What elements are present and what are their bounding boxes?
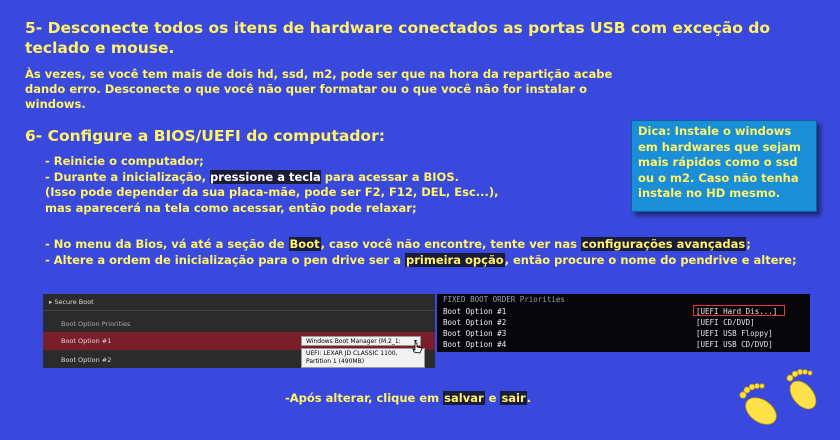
step6-list-b: - No menu da Bios, vá até a seção de Boo… bbox=[45, 237, 835, 268]
highlight-boot: Boot bbox=[288, 237, 321, 251]
bios-dropdown-value: Windows Boot Manager (M.2_1: bbox=[306, 338, 401, 345]
footprints-icon bbox=[739, 369, 817, 425]
divider bbox=[43, 310, 435, 311]
step6-title: 6- Configure a BIOS/UEFI do computador: bbox=[25, 127, 385, 145]
bios-screenshot-left: ▸ Secure Boot Boot Option Priorities Boo… bbox=[43, 294, 435, 368]
bios-right-option-label: Boot Option #3 bbox=[443, 329, 507, 338]
bios-screenshot-right: FIXED BOOT ORDER Priorities Boot Option … bbox=[437, 294, 810, 352]
text: e bbox=[484, 391, 501, 405]
tip-text: Dica: Instale o windows em hardwares que… bbox=[638, 124, 801, 200]
bios-fixed-order-header: FIXED BOOT ORDER Priorities bbox=[443, 295, 565, 304]
bios-right-option-value: [UEFI USB CD/DVD] bbox=[696, 340, 773, 349]
text: - No menu da Bios, vá até a seção de bbox=[45, 237, 289, 251]
text: - Durante a inicialização, bbox=[45, 169, 210, 184]
text: para acessar a BIOS. bbox=[320, 169, 459, 184]
highlight-save: salvar bbox=[443, 391, 485, 405]
step6-line-4: mas aparecerá na tela como acessar, entã… bbox=[45, 200, 417, 215]
bios-priorities-label: Boot Option Priorities bbox=[61, 320, 131, 328]
cursor-hand-icon bbox=[412, 342, 423, 354]
bios-boot-dropdown: Windows Boot Manager (M.2_1: ▾ bbox=[301, 336, 421, 346]
highlight-press-key: pressione a tecla bbox=[209, 169, 321, 184]
bios-dropdown-popup: UEFI: LEXAR JD CLASSIC 1100, Partition 1… bbox=[301, 348, 425, 368]
step6-list-a: - Reinicie o computador; - Durante a ini… bbox=[45, 154, 605, 216]
step6-line-5: - No menu da Bios, vá até a seção de Boo… bbox=[45, 237, 835, 253]
final-instruction: -Após alterar, clique em salvar e sair. bbox=[285, 391, 531, 405]
step5-title: 5- Desconecte todos os itens de hardware… bbox=[25, 19, 771, 57]
text: ; bbox=[746, 237, 751, 251]
text: , caso você não encontre, tente ver nas bbox=[320, 237, 581, 251]
bios-secure-boot-label: Secure Boot bbox=[54, 298, 94, 306]
bios-right-option-value: [UEFI USB Floppy] bbox=[696, 329, 773, 338]
highlight-exit: sair bbox=[500, 391, 527, 405]
step5-body: Às vezes, se você tem mais de dois hd, s… bbox=[25, 67, 613, 111]
highlight-first-option: primeira opção bbox=[404, 252, 505, 267]
text: , então procure o nome do pendrive e alt… bbox=[504, 252, 797, 267]
step6-line-3: (Isso pode depender da sua placa-mãe, po… bbox=[45, 185, 499, 199]
bios-option-label: Boot Option #2 bbox=[61, 356, 112, 364]
bios-right-option-label: Boot Option #1 bbox=[443, 307, 507, 316]
step6-line-1: - Reinicie o computador; bbox=[45, 154, 204, 168]
highlight-advanced-settings: configurações avançadas bbox=[580, 237, 747, 251]
text: -Após alterar, clique em bbox=[285, 391, 444, 405]
bios-secure-boot-row: ▸ Secure Boot bbox=[43, 298, 435, 306]
step6-line-2: - Durante a inicialização, pressione a t… bbox=[45, 169, 605, 186]
bios-right-option-value: [UEFI CD/DVD] bbox=[696, 318, 755, 327]
step6-line-6: - Altere a ordem de inicialização para o… bbox=[45, 252, 835, 269]
text: - Altere a ordem de inicialização para o… bbox=[45, 252, 405, 267]
bios-right-option-label: Boot Option #4 bbox=[443, 340, 507, 349]
bios-right-option-value: [UEFI Hard Dis...] bbox=[696, 307, 778, 316]
bios-option-label: Boot Option #1 bbox=[61, 337, 112, 345]
bios-right-option-label: Boot Option #2 bbox=[443, 318, 507, 327]
tip-box: Dica: Instale o windows em hardwares que… bbox=[631, 120, 817, 212]
text: . bbox=[526, 391, 532, 405]
